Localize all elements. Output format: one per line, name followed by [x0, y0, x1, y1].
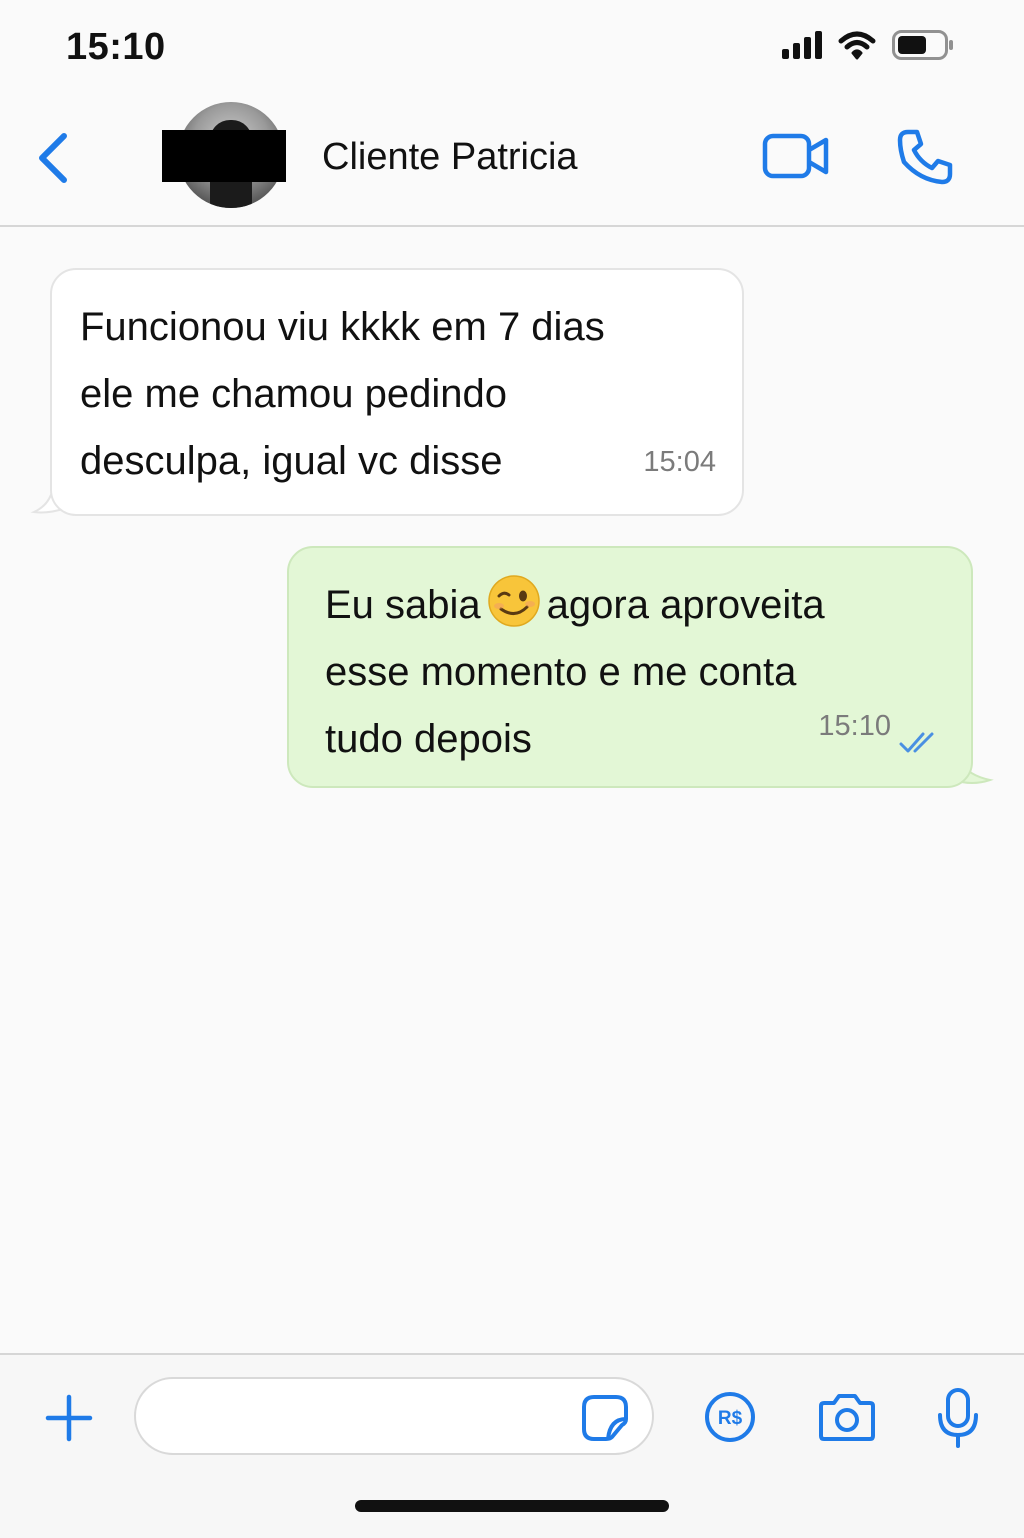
plus-icon [45, 1394, 93, 1442]
contact-name[interactable]: Cliente Patricia [322, 136, 578, 179]
message-text: Funcionou viu kkkk em 7 dias ele me cham… [80, 305, 605, 483]
microphone-icon [938, 1388, 978, 1448]
attach-button[interactable] [44, 1393, 94, 1443]
winking-face-emoji [487, 575, 540, 627]
message-time: 15:04 [643, 446, 716, 478]
chat-header: Cliente Patricia [0, 92, 1024, 227]
voice-call-button[interactable] [896, 128, 954, 186]
payment-button[interactable]: R$ [704, 1391, 756, 1443]
video-call-button[interactable] [762, 132, 830, 180]
home-indicator[interactable] [355, 1500, 669, 1512]
sticker-icon [582, 1395, 628, 1441]
camera-icon [819, 1394, 875, 1441]
sticker-button[interactable] [580, 1393, 630, 1443]
chevron-left-icon [39, 133, 67, 183]
pay-icon: R$ [705, 1392, 755, 1442]
wifi-icon [838, 31, 876, 60]
incoming-message-bubble[interactable]: Funcionou viu kkkk em 7 dias ele me cham… [50, 268, 744, 516]
back-button[interactable] [30, 130, 76, 186]
status-time: 15:10 [66, 26, 166, 68]
outgoing-message-bubble[interactable]: Eu sabia agora aproveita esse momento e … [287, 546, 973, 788]
status-bar: 15:10 [0, 0, 1024, 92]
status-icons [782, 30, 954, 60]
battery-icon [892, 30, 953, 60]
message-text-part: Eu sabia [325, 583, 481, 627]
video-camera-icon [762, 133, 829, 179]
camera-button[interactable] [818, 1391, 876, 1443]
censor-bar [162, 130, 286, 182]
pay-label: R$ [718, 1408, 743, 1429]
cellular-signal-icon [782, 31, 822, 59]
double-check-read-icon [899, 732, 934, 753]
message-input[interactable] [134, 1377, 654, 1455]
phone-icon [897, 129, 953, 185]
microphone-button[interactable] [936, 1387, 980, 1449]
message-time: 15:10 [818, 710, 891, 742]
